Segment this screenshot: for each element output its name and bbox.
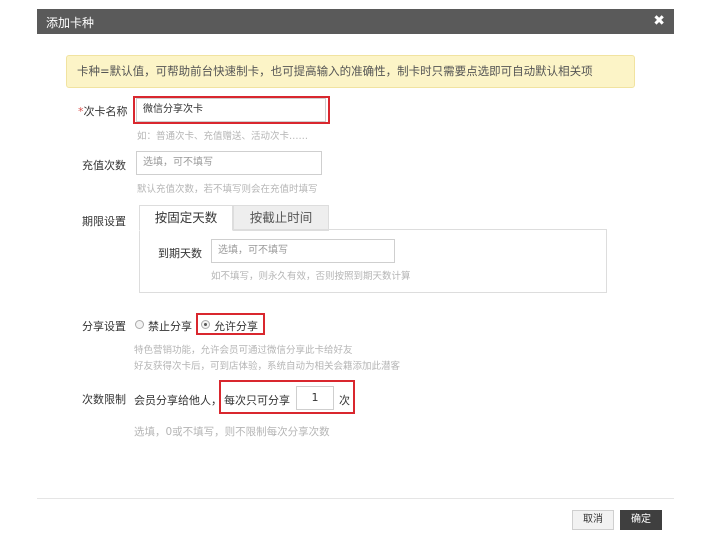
recharge-hint: 默认充值次数，若不填写则会在充值时填写 [137, 184, 318, 195]
period-label: 期限设置 [82, 215, 126, 228]
recharge-label: 充值次数 [82, 159, 126, 172]
limit-highlight [219, 380, 355, 414]
close-icon[interactable]: ✖ [653, 12, 665, 30]
recharge-input[interactable]: 选填，可不填写 [136, 151, 322, 175]
share-disable-radio[interactable] [135, 320, 144, 329]
share-disable-label[interactable]: 禁止分享 [148, 318, 192, 334]
limit-label: 次数限制 [82, 393, 126, 406]
card-name-label-text: 次卡名称 [83, 105, 128, 118]
confirm-button[interactable]: 确定 [620, 510, 662, 530]
share-hint-2: 好友获得次卡后，可到店体验，系统自动为相关会籍添加此潜客 [134, 361, 401, 372]
info-notice: 卡种=默认值，可帮助前台快速制卡，也可提高输入的准确性，制卡时只需要点选即可自动… [66, 55, 635, 88]
tab-deadline[interactable]: 按截止时间 [233, 205, 329, 231]
expire-days-label: 到期天数 [158, 247, 202, 260]
cancel-button[interactable]: 取消 [572, 510, 614, 530]
limit-hint: 选填，0或不填写，则不限制每次分享次数 [134, 426, 330, 438]
dialog-titlebar: 添加卡种 ✖ [37, 9, 674, 34]
tab-fixed-days[interactable]: 按固定天数 [139, 205, 233, 231]
limit-prefix: 会员分享给他人， [134, 394, 222, 407]
expire-days-input[interactable]: 选填，可不填写 [211, 239, 395, 263]
card-name-hint: 如：普通次卡、充值赠送、活动次卡…… [137, 131, 309, 142]
share-allow-highlight [196, 313, 265, 335]
dialog-title: 添加卡种 [46, 16, 95, 30]
share-hint-1: 特色营销功能，允许会员可通过微信分享此卡给好友 [134, 345, 353, 356]
expire-days-hint: 如不填写，则永久有效，否则按照到期天数计算 [211, 271, 411, 282]
share-label: 分享设置 [82, 320, 126, 333]
card-name-label: *次卡名称 [78, 103, 128, 119]
card-name-highlight [133, 96, 330, 124]
footer-divider [37, 498, 674, 499]
